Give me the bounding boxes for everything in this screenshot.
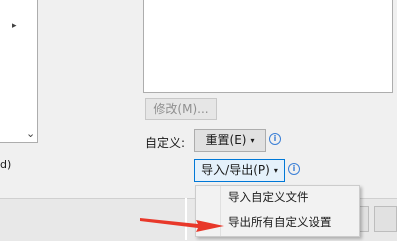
preview-box xyxy=(143,0,393,93)
modify-button-label: 修改(M)... xyxy=(153,102,209,116)
import-export-button-label: 导入/导出(P) xyxy=(201,163,270,177)
customize-label: 自定义: xyxy=(145,136,186,150)
menu-item-export-all-customizations[interactable]: 导出所有自定义设置 xyxy=(228,213,332,231)
chevron-down-icon: ▾ xyxy=(273,166,278,175)
left-list-scrollbar[interactable] xyxy=(24,0,37,142)
footer-button-partial[interactable] xyxy=(374,206,397,232)
expand-arrow-icon[interactable]: ▸ xyxy=(12,22,17,31)
info-icon[interactable]: i xyxy=(288,163,300,175)
menu-item-import-customization-file[interactable]: 导入自定义文件 xyxy=(228,188,309,206)
clipped-label: d) xyxy=(0,158,12,171)
reset-button[interactable]: 重置(E) ▾ xyxy=(194,129,266,152)
info-icon[interactable]: i xyxy=(269,133,281,145)
scroll-down-icon[interactable]: ⌄ xyxy=(26,128,35,139)
reset-button-label: 重置(E) xyxy=(205,133,247,147)
import-export-button[interactable]: 导入/导出(P) ▾ xyxy=(194,159,285,182)
chevron-down-icon: ▾ xyxy=(250,136,255,145)
annotation-arrow-icon xyxy=(140,218,224,232)
modify-button: 修改(M)... xyxy=(145,98,217,120)
